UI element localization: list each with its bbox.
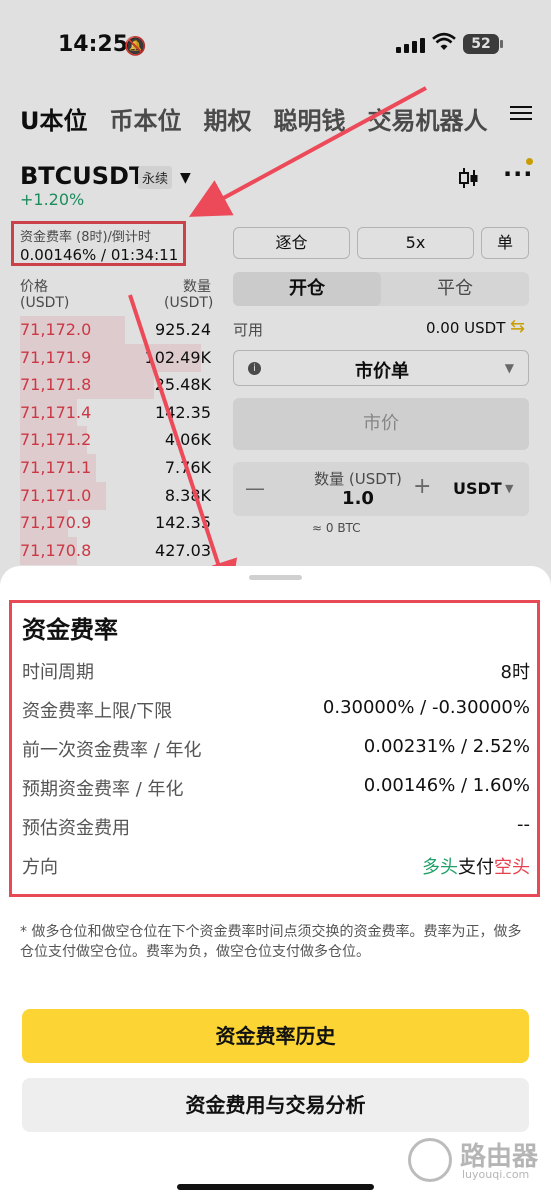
short-label: 空头 <box>494 857 530 878</box>
row-label: 方向 <box>22 857 58 878</box>
funding-rate-sheet: 资金费率 时间周期 8时 资金费率上限/下限 0.30000% / -0.300… <box>0 566 551 1200</box>
row-label: 时间周期 <box>22 662 94 683</box>
home-indicator[interactable] <box>177 1184 374 1190</box>
row-value: 0.00231% / 2.52% <box>363 736 530 757</box>
long-label: 多头 <box>422 857 458 878</box>
row-time-period: 时间周期 8时 <box>22 658 530 684</box>
funding-note: * 做多仓位和做空仓位在下个资金费率时间点须交换的资金费率。费率为正，做多仓位支… <box>20 924 522 960</box>
row-previous-rate: 前一次资金费率 / 年化 0.00231% / 2.52% <box>22 736 530 762</box>
row-label: 预期资金费率 / 年化 <box>22 779 184 800</box>
sheet-grabber[interactable] <box>249 575 302 580</box>
row-rate-cap-floor: 资金费率上限/下限 0.30000% / -0.30000% <box>22 697 530 723</box>
row-direction: 方向 多头支付空头 <box>22 853 530 879</box>
sheet-title: 资金费率 <box>22 616 118 644</box>
row-expected-rate: 预期资金费率 / 年化 0.00146% / 1.60% <box>22 775 530 801</box>
row-label: 前一次资金费率 / 年化 <box>22 740 202 761</box>
row-value: 0.00146% / 1.60% <box>363 775 530 796</box>
row-label: 资金费率上限/下限 <box>22 701 173 722</box>
router-logo-icon <box>408 1138 452 1182</box>
pay-label: 支付 <box>458 857 494 878</box>
watermark: 路由器 luyouqi.com <box>408 1134 540 1186</box>
watermark-url: luyouqi.com <box>462 1168 530 1181</box>
row-value: 0.30000% / -0.30000% <box>322 697 530 718</box>
row-value: 8时 <box>500 662 530 683</box>
row-label: 预估资金费用 <box>22 818 130 839</box>
fee-analysis-button[interactable]: 资金费用与交易分析 <box>22 1078 529 1132</box>
row-estimated-fee: 预估资金费用 -- <box>22 814 530 840</box>
direction-value: 多头支付空头 <box>422 853 530 879</box>
row-value: -- <box>517 814 530 835</box>
funding-history-button[interactable]: 资金费率历史 <box>22 1009 529 1063</box>
